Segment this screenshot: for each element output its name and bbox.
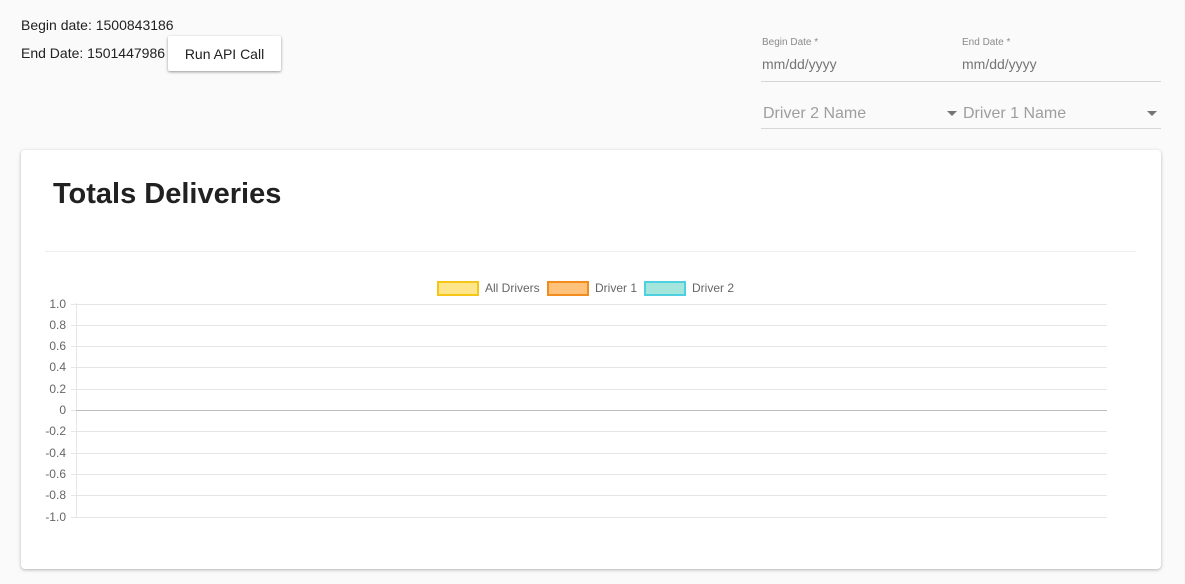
driver1-select[interactable]: Driver 1 Name bbox=[961, 101, 1161, 129]
y-tick-label: 0 bbox=[59, 403, 66, 417]
legend-item[interactable]: All Drivers bbox=[437, 280, 540, 296]
y-tick-mark bbox=[71, 410, 76, 411]
end-date-label: End Date * bbox=[962, 37, 1011, 48]
legend-swatch bbox=[644, 280, 686, 296]
y-tick-label: -0.4 bbox=[45, 446, 66, 460]
legend-item[interactable]: Driver 2 bbox=[644, 280, 734, 296]
grid-line bbox=[76, 346, 1107, 347]
begin-date-readout: Begin date: 1500843186 bbox=[21, 17, 174, 33]
y-tick-mark bbox=[71, 325, 76, 326]
grid-line bbox=[76, 517, 1107, 518]
y-tick-label: 0.8 bbox=[49, 318, 66, 332]
y-tick-mark bbox=[71, 474, 76, 475]
y-tick-label: 0.6 bbox=[49, 339, 66, 353]
y-tick-mark bbox=[71, 346, 76, 347]
run-api-call-button[interactable]: Run API Call bbox=[168, 36, 281, 71]
grid-line bbox=[76, 367, 1107, 368]
grid-line bbox=[76, 495, 1107, 496]
chevron-down-icon bbox=[947, 111, 957, 116]
y-tick-mark bbox=[71, 495, 76, 496]
y-tick-mark bbox=[71, 367, 76, 368]
driver2-select-placeholder: Driver 2 Name bbox=[763, 105, 867, 122]
end-date-field: End Date * bbox=[961, 36, 1161, 82]
driver2-select[interactable]: Driver 2 Name bbox=[761, 101, 961, 129]
legend-swatch bbox=[437, 280, 479, 296]
grid-line bbox=[76, 389, 1107, 390]
end-date-readout: End Date: 1501447986 bbox=[21, 45, 166, 61]
end-date-input[interactable] bbox=[962, 56, 1152, 72]
grid-line bbox=[76, 304, 1107, 305]
grid-line bbox=[76, 431, 1107, 432]
begin-date-field: Begin Date * bbox=[761, 36, 961, 82]
legend-item[interactable]: Driver 1 bbox=[547, 280, 637, 296]
y-tick-label: -1.0 bbox=[45, 510, 66, 524]
grid-line bbox=[76, 325, 1107, 326]
driver1-select-placeholder: Driver 1 Name bbox=[963, 105, 1067, 122]
grid-line bbox=[76, 410, 1107, 411]
card-divider bbox=[45, 251, 1136, 252]
y-tick-label: 1.0 bbox=[49, 297, 66, 311]
grid-line bbox=[76, 474, 1107, 475]
y-tick-mark bbox=[71, 389, 76, 390]
legend-label: Driver 2 bbox=[692, 281, 735, 295]
grid-line bbox=[76, 453, 1107, 454]
y-tick-mark bbox=[71, 304, 76, 305]
y-tick-label: -0.2 bbox=[45, 424, 66, 438]
y-tick-label: 0.4 bbox=[49, 360, 66, 374]
y-tick-label: 0.2 bbox=[49, 382, 66, 396]
y-tick-mark bbox=[71, 517, 76, 518]
y-tick-mark bbox=[71, 453, 76, 454]
card-title: Totals Deliveries bbox=[53, 178, 282, 210]
legend-label: Driver 1 bbox=[595, 281, 638, 295]
y-tick-label: -0.8 bbox=[45, 488, 66, 502]
deliveries-card: Totals Deliveries All Drivers Driver 1 Dri… bbox=[21, 150, 1161, 569]
legend-label: All Drivers bbox=[485, 281, 540, 295]
chevron-down-icon bbox=[1147, 111, 1157, 116]
begin-date-label: Begin Date * bbox=[762, 37, 819, 48]
y-tick-mark bbox=[71, 431, 76, 432]
begin-date-input[interactable] bbox=[762, 56, 952, 72]
legend-swatch bbox=[547, 280, 589, 296]
y-tick-label: -0.6 bbox=[45, 467, 66, 481]
